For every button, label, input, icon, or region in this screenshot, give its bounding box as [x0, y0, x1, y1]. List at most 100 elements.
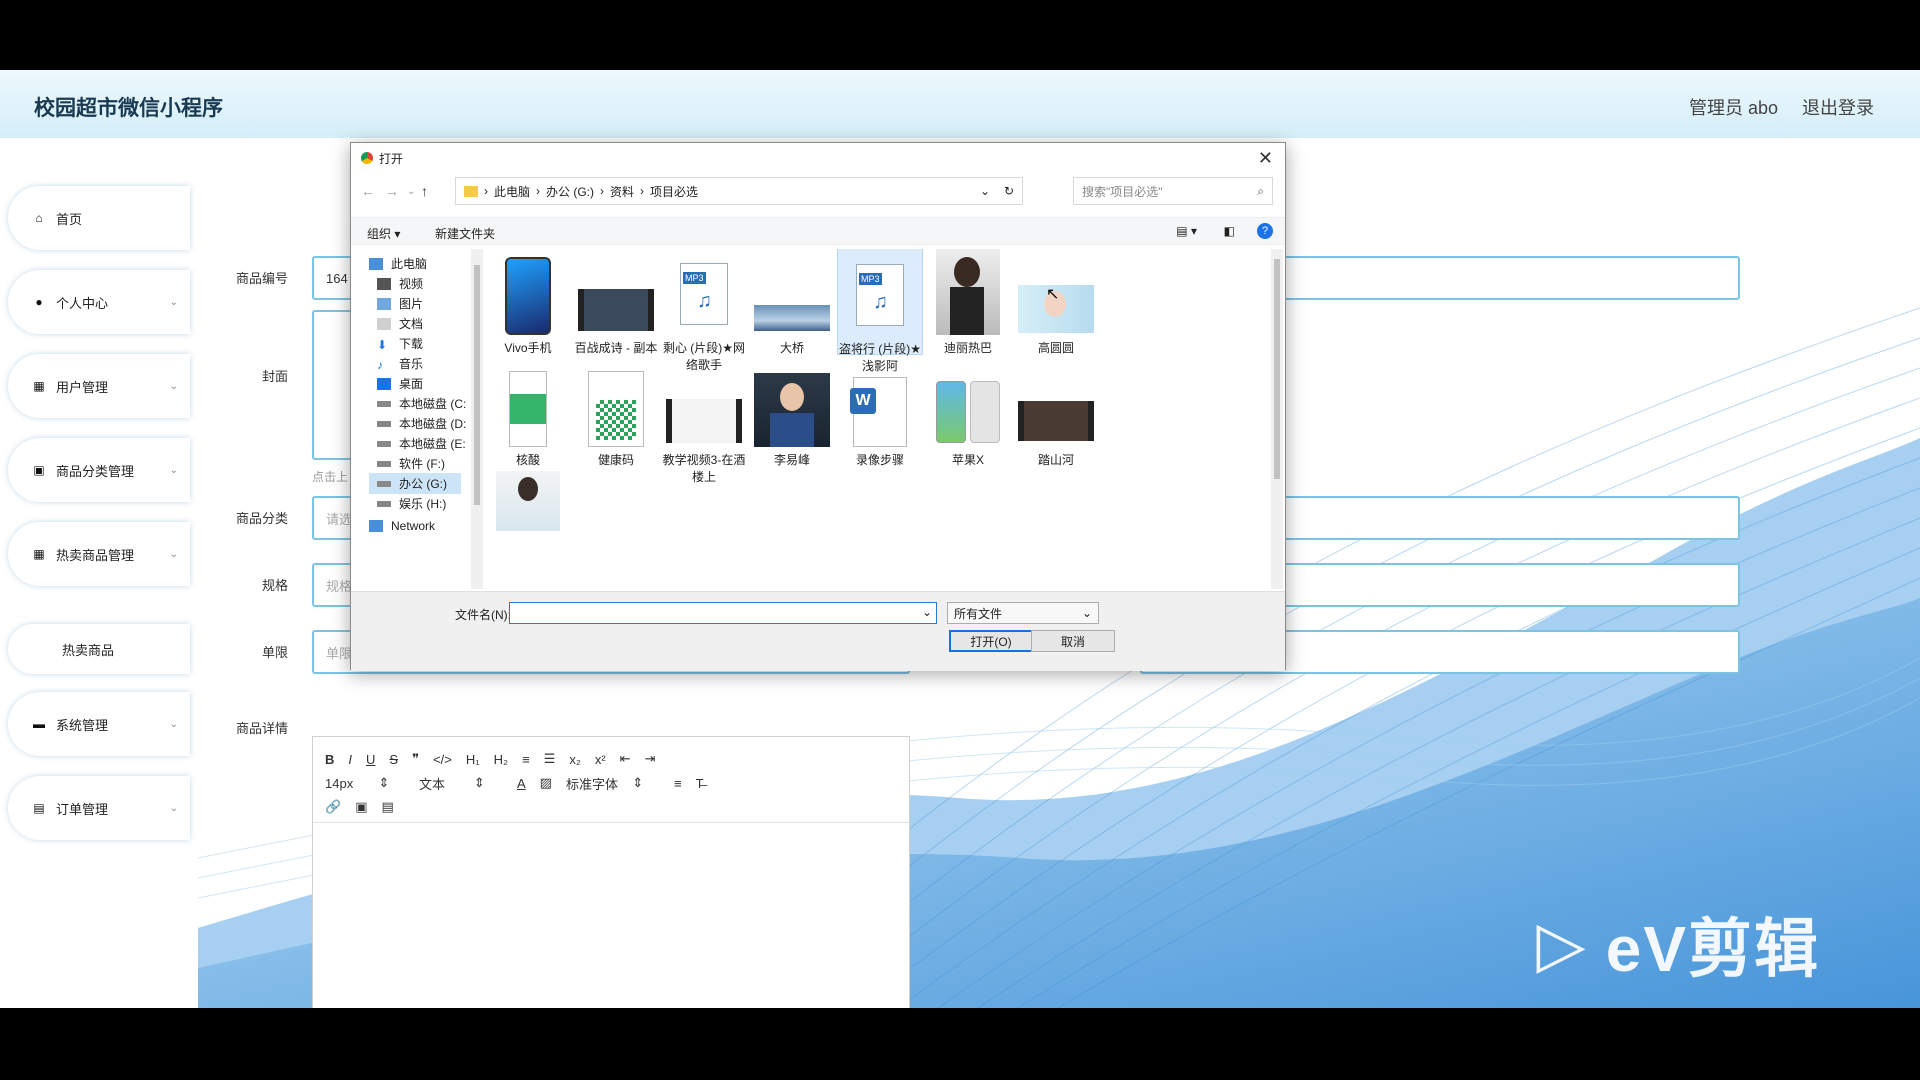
organize-button[interactable]: 组织 ▾ [367, 225, 400, 242]
address-bar[interactable]: › 此电脑 › 办公 (G:) › 资料 › 项目必选 ⌄ ↻ [455, 177, 1023, 205]
mp3-file-icon: MP3 ♫ [841, 250, 919, 336]
iphone-thumbnail [929, 361, 1007, 447]
cancel-button[interactable]: 取消 [1031, 630, 1115, 652]
logout-link[interactable]: 退出登录 [1802, 94, 1874, 120]
file-item[interactable]: 苹果X [925, 361, 1011, 468]
link-icon[interactable]: 🔗 [325, 799, 341, 815]
file-item[interactable]: 迪丽热巴 [925, 249, 1011, 356]
file-item[interactable]: 李易峰 [749, 361, 835, 468]
tree-item-downloads[interactable]: ⬇ 下载 [377, 335, 423, 352]
tree-item-drive-c[interactable]: 本地磁盘 (C: [377, 395, 466, 412]
h1-button[interactable]: H₁ [466, 752, 480, 767]
sidebar-item-category[interactable]: ▣ 商品分类管理 ⌄ [8, 438, 190, 502]
tree-item-drive-e[interactable]: 本地磁盘 (E: [377, 435, 466, 452]
sidebar-item-home[interactable]: ⌂ 首页 [8, 186, 190, 250]
product-no-label: 商品编号 [235, 271, 288, 286]
tree-item-documents[interactable]: 文档 [377, 315, 423, 332]
bullet-list-button[interactable]: ☰ [544, 751, 556, 767]
view-options-icon[interactable]: ▤ ▾ [1176, 224, 1197, 238]
file-item[interactable]: 核酸 [485, 361, 571, 468]
clear-format-icon[interactable]: T̶ [696, 776, 704, 791]
file-scrollbar[interactable] [1271, 249, 1283, 589]
font-family-select[interactable]: 标准字体 ⇕ [566, 774, 660, 793]
file-item[interactable]: 大桥 [749, 249, 835, 356]
indent-button[interactable]: ⇥ [645, 751, 656, 767]
help-icon[interactable]: ? [1257, 223, 1273, 239]
nav-scrollbar[interactable] [471, 249, 483, 589]
dialog-nav-bar: ← → ⌄ ↑ › 此电脑 › 办公 (G:) › 资料 › 项目必选 ⌄ ↻ … [351, 177, 1285, 207]
rich-text-editor[interactable]: B I U S ❞ </> H₁ H₂ ≡ ☰ x₂ x² ⇤ ⇥ 14px ⇕… [312, 736, 910, 1008]
file-item[interactable]: W 录像步骤 [837, 361, 923, 468]
tree-item-drive-d[interactable]: 本地磁盘 (D: [377, 415, 466, 432]
sidebar-item-orders[interactable]: ▤ 订单管理 ⌄ [8, 776, 190, 840]
cover-upload[interactable] [312, 310, 352, 460]
breadcrumb-item[interactable]: 此电脑 [494, 183, 530, 200]
chevron-down-icon[interactable]: ⌄ [980, 184, 990, 198]
breadcrumb-item[interactable]: 办公 (G:) [546, 183, 594, 200]
nav-scroll-thumb[interactable] [474, 265, 480, 505]
file-item[interactable]: 教学视频3-在酒楼上 [661, 361, 747, 485]
ordered-list-button[interactable]: ≡ [522, 752, 530, 767]
tree-item-drive-h[interactable]: 娱乐 (H:) [377, 495, 446, 512]
tree-item-music[interactable]: ♪ 音乐 [377, 355, 423, 372]
tree-item-drive-f[interactable]: 软件 (F:) [377, 455, 445, 472]
italic-button[interactable]: I [348, 752, 352, 767]
file-item[interactable] [485, 471, 571, 535]
forward-icon[interactable]: → [385, 183, 399, 199]
file-scroll-thumb[interactable] [1274, 259, 1280, 479]
filetype-select[interactable]: 所有文件 ⌄ [947, 602, 1099, 624]
sidebar-subitem-hot-product[interactable]: 热卖商品 [8, 624, 190, 674]
subscript-button[interactable]: x₂ [569, 752, 581, 767]
file-item[interactable]: 踏山河 [1013, 361, 1099, 468]
tree-item-this-pc[interactable]: 此电脑 [369, 255, 427, 272]
new-folder-button[interactable]: 新建文件夹 [435, 225, 495, 242]
video-icon[interactable]: ▤ [381, 799, 393, 815]
text-type-select[interactable]: 文本 ⇕ [419, 774, 503, 793]
refresh-icon[interactable]: ↻ [1004, 184, 1014, 198]
recent-dropdown-icon[interactable]: ⌄ [407, 186, 415, 197]
category-label: 商品分类 [235, 511, 288, 526]
file-item-selected[interactable]: MP3 ♫ 盗将行 (片段)★浅影阿 [837, 249, 923, 373]
align-icon[interactable]: ≡ [674, 776, 682, 791]
image-icon[interactable]: ▣ [355, 799, 367, 815]
bold-button[interactable]: B [325, 752, 334, 767]
h2-button[interactable]: H₂ [494, 752, 508, 767]
preview-pane-icon[interactable]: ◧ [1224, 224, 1235, 238]
up-icon[interactable]: ↑ [421, 183, 428, 199]
outdent-button[interactable]: ⇤ [620, 751, 631, 767]
play-logo-icon: ▷ [1536, 907, 1588, 980]
breadcrumb-item[interactable]: 资料 [610, 183, 634, 200]
detail-label: 商品详情 [235, 721, 288, 736]
code-button[interactable]: </> [433, 752, 452, 767]
close-icon[interactable]: ✕ [1258, 148, 1273, 169]
file-item[interactable]: 健康码 [573, 361, 659, 468]
sidebar-item-users[interactable]: ▦ 用户管理 ⌄ [8, 354, 190, 418]
sidebar-item-profile[interactable]: ● 个人中心 ⌄ [8, 270, 190, 334]
background-color-icon[interactable]: ▨ [540, 775, 552, 791]
font-size-select[interactable]: 14px ⇕ [325, 775, 405, 791]
underline-button[interactable]: U [366, 752, 375, 767]
quote-button[interactable]: ❞ [412, 751, 419, 767]
chevron-down-icon[interactable]: ⌄ [922, 605, 932, 619]
superscript-button[interactable]: x² [595, 752, 606, 767]
grid-icon: ▦ [33, 379, 45, 393]
tree-item-drive-g[interactable]: 办公 (G:) [369, 473, 461, 494]
breadcrumb-item[interactable]: 项目必选 [650, 183, 698, 200]
strike-button[interactable]: S [389, 752, 398, 767]
tree-item-label: 音乐 [399, 357, 424, 371]
tree-item-videos[interactable]: 视频 [377, 275, 423, 292]
file-item[interactable]: MP3 ♫ 剩心 (片段)★网络歌手 [661, 249, 747, 373]
back-icon[interactable]: ← [361, 183, 375, 199]
file-name: Vivo手机 [504, 341, 552, 355]
font-color-icon[interactable]: A [517, 776, 526, 791]
sidebar-item-system[interactable]: ▬ 系统管理 ⌄ [8, 692, 190, 756]
filename-input[interactable]: ⌄ [509, 602, 937, 624]
tree-item-network[interactable]: Network [369, 519, 435, 533]
tree-item-pictures[interactable]: 图片 [377, 295, 423, 312]
file-item[interactable]: 百战成诗 - 副本 [573, 249, 659, 356]
sidebar-item-hot-products[interactable]: ▦ 热卖商品管理 ⌄ [8, 522, 190, 586]
tree-item-desktop[interactable]: 桌面 [377, 375, 423, 392]
open-button[interactable]: 打开(O) [949, 630, 1033, 652]
file-item[interactable]: Vivo手机 [485, 249, 571, 356]
search-input[interactable]: 搜索"项目必选" ⌕ [1073, 177, 1273, 205]
